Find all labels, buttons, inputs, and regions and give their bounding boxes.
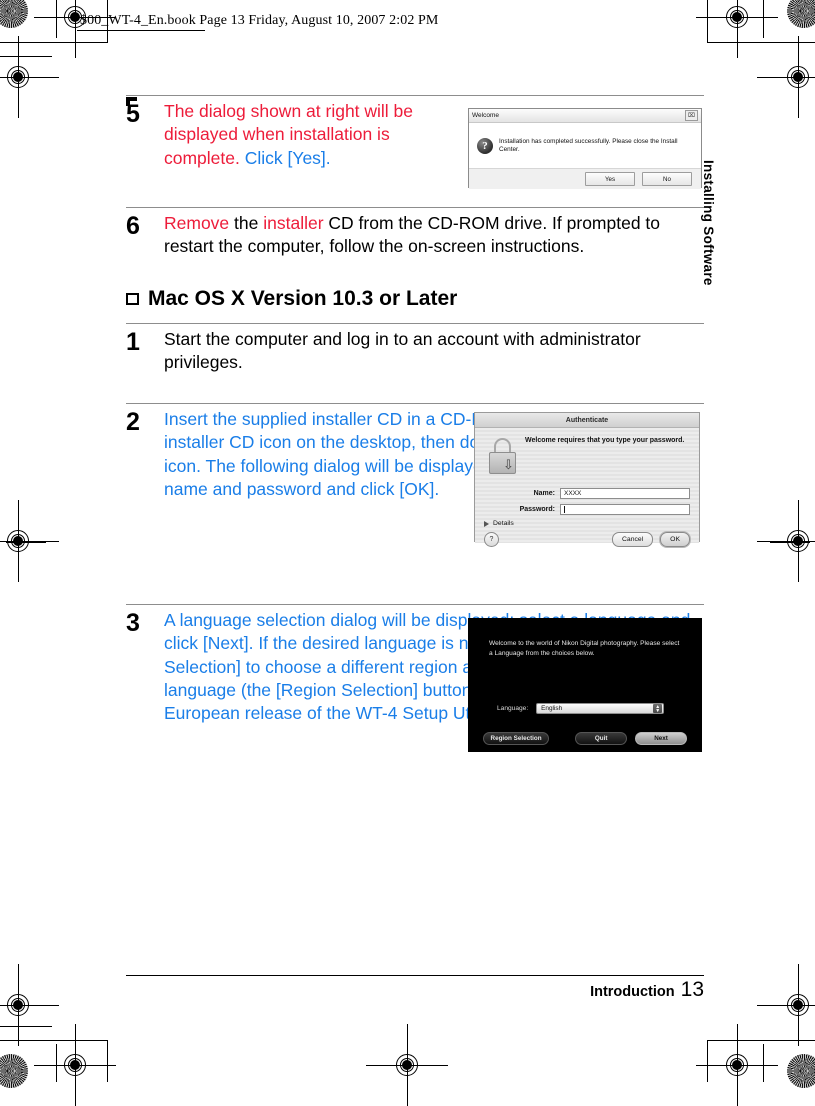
step-text: The dialog shown at right will be displa… [164,100,456,170]
step-run: Start the computer and log in to an acco… [164,329,641,373]
step-number: 3 [126,609,140,637]
step-run: installer [263,213,324,233]
lock-icon: ⇩ [488,438,518,476]
close-icon[interactable]: ⌧ [685,110,698,121]
figure-authenticate-dialog: Authenticate ⇩ Welcome requires that you… [474,412,700,547]
name-field[interactable]: XXXX [560,488,690,499]
figure-language-dialog: Welcome to the world of Nikon Digital ph… [468,618,702,752]
footer-label: Introduction [590,984,675,1000]
section-rule [126,207,704,208]
yes-button[interactable]: Yes [585,172,635,186]
dialog-buttons: Yes No [469,169,701,189]
dialog-buttons: Region Selection Quit Next [483,732,687,745]
step-number: 6 [126,212,140,240]
section-heading-label: Mac OS X Version 10.3 or Later [148,287,458,310]
dialog-message: Installation has completed successfully.… [499,137,678,153]
password-row: Password: [475,504,690,515]
step-number: 5 [126,100,140,128]
ok-button[interactable]: OK [660,532,690,547]
figure-welcome-dialog: Welcome ⌧ ? Installation has completed s… [468,108,702,189]
dialog-titlebar: Welcome ⌧ [469,109,701,123]
step-run: Remove [164,213,230,233]
step-5: 5 The dialog shown at right will be disp… [126,100,456,170]
dialog-body: ⇩ Welcome requires that you type your pa… [475,428,699,547]
question-mark-icon: ? [477,137,493,154]
page-footer: Introduction 13 [0,978,704,1002]
chevron-updown-icon: ▲ ▼ [653,704,663,713]
name-label: Name: [533,490,555,497]
step-number: 1 [126,328,140,356]
step-text: Start the computer and log in to an acco… [164,328,704,375]
section-rule [126,604,704,605]
language-select[interactable]: English ▲ ▼ [536,703,665,714]
dialog-title: Authenticate [565,416,609,424]
next-button[interactable]: Next [635,732,687,745]
step-number: 2 [126,408,140,436]
dialog-body: ? Installation has completed successfull… [469,123,701,169]
section-rule [126,403,704,404]
step-run: the [229,213,264,233]
dialog-titlebar: Authenticate [475,413,699,428]
section-rule [126,323,704,324]
page-number: 13 [680,978,704,1001]
quit-button[interactable]: Quit [575,732,628,745]
chevron-right-icon [484,520,489,527]
step-6: 6 Remove the installer CD from the CD-RO… [126,212,704,259]
step-1: 1 Start the computer and log in to an ac… [126,328,704,375]
dialog-message: Welcome to the world of Nikon Digital ph… [489,640,680,657]
help-button[interactable]: ? [484,532,499,547]
cancel-button[interactable]: Cancel [612,532,654,547]
region-selection-button[interactable]: Region Selection [483,732,550,745]
footer-rule [126,975,704,976]
dialog-message: Welcome requires that you type your pass… [525,437,685,444]
name-row: Name: XXXX [475,488,690,499]
dialog-title: Welcome [472,112,499,119]
page-body: 5 The dialog shown at right will be disp… [0,0,815,1082]
no-button[interactable]: No [642,172,692,186]
section-heading: Mac OS X Version 10.3 or Later [126,287,457,311]
password-label: Password: [519,506,555,513]
step-run: Click [Yes]. [244,147,331,168]
section-rule [126,95,704,96]
details-disclosure[interactable]: Details [484,520,514,527]
language-row: Language: English ▲ ▼ [497,703,665,714]
dialog-buttons: Cancel OK [612,532,690,547]
password-field[interactable] [560,504,690,515]
square-bullet-icon [126,290,140,305]
step-text: Remove the installer CD from the CD-ROM … [164,212,704,259]
text-caret [564,506,565,513]
language-label: Language: [497,705,529,712]
language-value: English [541,705,563,712]
details-label: Details [493,520,514,527]
